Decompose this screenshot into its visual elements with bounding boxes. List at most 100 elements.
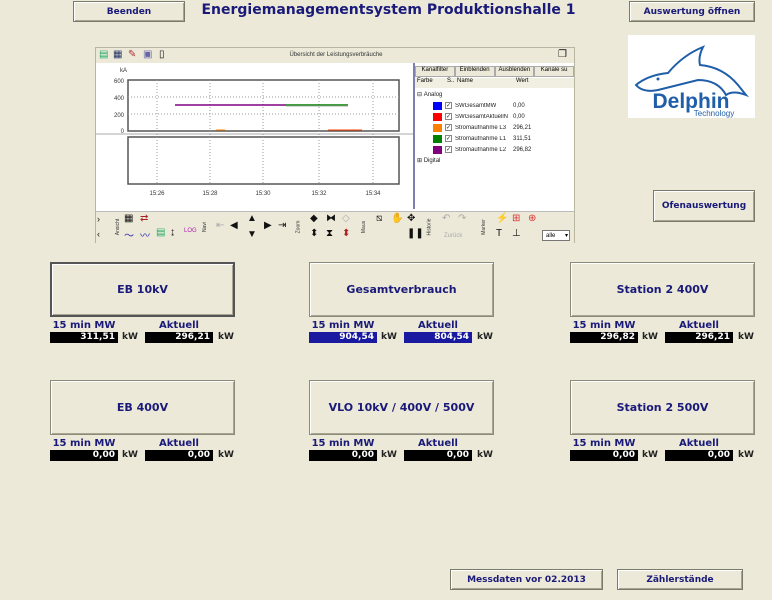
pause-icon[interactable]: ❚❚ [407,228,424,239]
channel-row[interactable]: ✓ Stromaufnahme L1 311,51 [415,133,575,144]
window-icon[interactable]: ▦ [113,49,122,60]
unit: kW [477,450,493,460]
marker-axis-icon[interactable]: ⊥ [512,228,521,239]
line-icon[interactable]: 〜 [124,227,134,242]
channel-name: Stromaufnahme L3 [455,124,507,131]
last-icon[interactable]: ⇥ [278,220,286,231]
group-analog[interactable]: ⊟ Analog [415,89,575,100]
col-status[interactable]: S.. [447,78,454,84]
hand-icon[interactable]: ✋ [391,213,403,224]
channel-value: 0,00 [513,102,525,109]
up-icon[interactable]: ▲ [247,213,257,224]
channel-checkbox[interactable]: ✓ [445,146,452,153]
station-button[interactable]: Station 2 400V [570,262,755,317]
right-icon[interactable]: ▶ [264,220,272,231]
station-button[interactable]: EB 400V [50,380,235,435]
col-color[interactable]: Farbe [417,78,433,84]
avg-value: 0,00 [50,450,118,461]
marker-icon[interactable]: ⚡ [496,213,508,224]
x-tick: 15:26 [149,191,165,197]
tab-channel-filter[interactable]: Kanalfilter [415,66,455,77]
marker-text-icon[interactable]: T [496,228,502,239]
delphin-logo: Delphin Technology [628,35,755,118]
zoom-y-in-icon[interactable]: ⬍ [310,228,318,239]
group-digital[interactable]: ⊞ Digital [415,155,575,166]
current-label: Aktuell [418,320,458,331]
tools-icon[interactable]: ✎ [128,49,136,60]
line-points-icon[interactable]: 〰 [140,227,150,242]
marker-select[interactable]: alle ▾ [542,230,570,241]
group-zoom: Zoom [295,220,302,234]
channel-color [433,134,442,143]
channel-color [433,145,442,154]
zoom-y-reset-icon[interactable]: ⬍ [342,228,350,239]
first-icon[interactable]: ⇤ [216,220,224,231]
channel-name: Stromaufnahme L1 [455,135,507,142]
tab-search[interactable]: Kanäle su [534,66,574,77]
group-history: Historie [426,218,433,236]
channel-row[interactable]: ✓ Stromaufnahme L3 296,21 [415,122,575,133]
station-button[interactable]: VLO 10kV / 400V / 500V [309,380,494,435]
avg-value: 296,82 [570,332,638,343]
move-icon[interactable]: ✥ [407,213,415,224]
channel-checkbox[interactable]: ✓ [445,135,452,142]
tab-hide[interactable]: Ausblenden [494,66,535,77]
channel-row[interactable]: ✓ Stromaufnahme L2 296,82 [415,144,575,155]
redo-icon[interactable]: ↷ [458,213,466,224]
unit: kW [381,332,397,342]
station-button[interactable]: Gesamtverbrauch [309,262,494,317]
channel-value: 296,82 [513,146,532,153]
unit: kW [738,332,754,342]
oven-evaluation-button[interactable]: Ofenauswertung [653,190,755,222]
marker-add-icon[interactable]: ⊕ [528,213,536,224]
station-button[interactable]: EB 10kV [50,262,235,317]
log-icon[interactable]: LOG [184,228,197,234]
area-icon[interactable]: ▤ [156,227,165,238]
zoom-x-in-icon[interactable]: ◆ [310,213,318,224]
avg-label: 15 min MW [52,320,116,331]
export-icon[interactable]: ▯ [159,49,165,60]
undo-icon[interactable]: ↶ [442,213,450,224]
channel-value: 311,51 [513,135,531,142]
expand-left-icon[interactable]: ‹ [97,229,100,239]
cursor-icon[interactable]: ⇄ [140,213,148,224]
channel-checkbox[interactable]: ✓ [445,102,452,109]
grid-icon[interactable]: ▦ [124,213,133,224]
open-evaluation-button[interactable]: Auswertung öffnen [629,1,755,22]
avg-label: 15 min MW [572,438,636,449]
chart-icon[interactable]: ▤ [99,49,108,60]
image-icon[interactable]: ▣ [143,49,152,60]
avg-label: 15 min MW [311,438,375,449]
unit: kW [122,332,138,342]
col-name[interactable]: Name [457,78,473,84]
zoom-x-out-icon[interactable]: ⧓ [326,213,336,224]
unit: kW [477,332,493,342]
left-icon[interactable]: ◀ [230,220,238,231]
zoom-rect-icon[interactable]: ⧅ [376,213,382,224]
channel-color [433,112,442,121]
down-icon[interactable]: ▼ [247,229,257,240]
y-tick: 600 [114,79,125,85]
channel-row[interactable]: ✓ SWGesamtMW 0,00 [415,100,575,111]
avg-value: 0,00 [309,450,377,461]
channel-checkbox[interactable]: ✓ [445,113,452,120]
current-value: 804,54 [404,332,472,343]
chart-title: Übersicht der Leistungsverbräuche [289,52,383,58]
meter-readings-button[interactable]: Zählerstände [617,569,743,590]
station-button[interactable]: Station 2 500V [570,380,755,435]
expand-right-icon[interactable]: › [97,214,100,224]
restore-window-icon[interactable]: ❐ [558,49,567,60]
channel-row[interactable]: ✓ SWGesamtAktuellN 0,00 [415,111,575,122]
marker-grid-icon[interactable]: ⊞ [512,213,520,224]
avg-value: 311,51 [50,332,118,343]
channel-checkbox[interactable]: ✓ [445,124,452,131]
zoom-x-reset-icon[interactable]: ◇ [342,213,350,224]
back-button[interactable]: Zurück [444,233,462,239]
group-view: Ansicht [115,218,122,236]
zoom-y-out-icon[interactable]: ⧗ [326,228,333,239]
col-value[interactable]: Wert [516,78,529,84]
y-axis-icon[interactable]: ↨ [170,227,175,238]
tab-show[interactable]: Einblenden [454,66,495,77]
history-data-button[interactable]: Messdaten vor 02.2013 [450,569,603,590]
channel-value: 0,00 [513,113,525,120]
